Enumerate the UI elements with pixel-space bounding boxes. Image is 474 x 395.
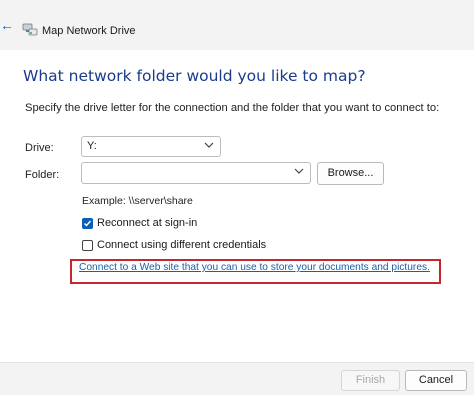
different-credentials-label: Connect using different credentials (97, 239, 267, 251)
folder-input[interactable] (81, 162, 311, 184)
back-arrow-icon[interactable]: ← (0, 18, 14, 32)
instruction-text: Specify the drive letter for the connect… (25, 102, 440, 114)
reconnect-checkbox[interactable] (82, 218, 93, 229)
web-site-link[interactable]: Connect to a Web site that you can use t… (79, 262, 430, 273)
dialog-body: What network folder would you like to ma… (0, 50, 474, 362)
footer-bar: Finish Cancel (0, 362, 474, 395)
folder-label: Folder: (25, 169, 60, 181)
drive-select[interactable]: Y: (81, 136, 221, 157)
title-bar: ← Map Network Drive (0, 0, 474, 50)
browse-button[interactable]: Browse... (317, 162, 384, 185)
drive-label: Drive: (25, 142, 54, 154)
reconnect-label: Reconnect at sign-in (97, 217, 198, 229)
finish-button[interactable]: Finish (341, 370, 400, 391)
chevron-down-icon (204, 142, 214, 148)
page-heading: What network folder would you like to ma… (23, 67, 366, 85)
network-drive-icon (22, 23, 38, 36)
drive-value: Y: (87, 140, 97, 152)
example-text: Example: \\server\share (82, 195, 193, 207)
chevron-down-icon[interactable] (294, 167, 304, 175)
cancel-button[interactable]: Cancel (405, 370, 467, 391)
different-credentials-checkbox[interactable] (82, 240, 93, 251)
window-title: Map Network Drive (42, 25, 136, 37)
check-icon (84, 220, 92, 227)
